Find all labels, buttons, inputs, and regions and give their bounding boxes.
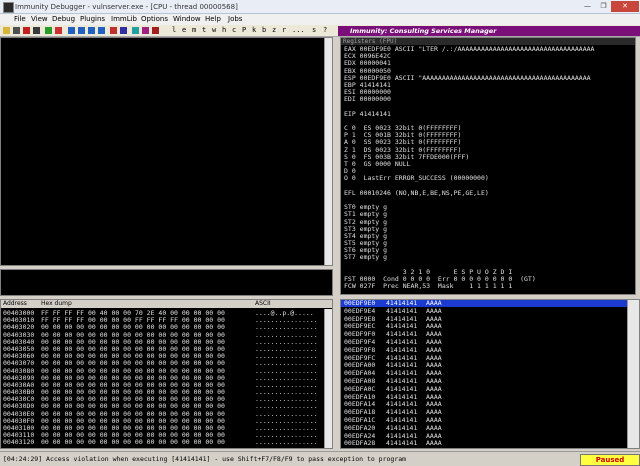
attach-icon[interactable] [33,27,40,34]
stack-address: 00EDF9E4 [344,306,376,315]
register-line[interactable]: ST3 empty g [344,225,634,233]
dump-ascii: ................ [255,438,318,447]
menu-file[interactable]: File [14,15,26,23]
pause-icon[interactable] [55,27,62,34]
animate-icon[interactable] [132,27,139,34]
menu-bar: File View Debug Plugins ImmLib Options W… [0,14,640,25]
register-line[interactable]: ST5 empty g [344,239,634,247]
registers-header[interactable]: Registers (FPU) [341,38,635,45]
menu-view[interactable]: View [31,15,48,23]
disassembly-pane[interactable] [0,37,333,266]
dump-row[interactable]: 00403120 00 00 00 00 00 00 00 00 00 00 00… [3,439,321,446]
register-line[interactable]: EIP 41414141 [344,110,634,118]
dump-scrollbar[interactable] [324,309,332,448]
toolbar-p[interactable]: P [242,26,246,34]
animate-over-icon[interactable] [142,27,149,34]
go-to-address-icon[interactable] [120,27,127,34]
close-button[interactable]: ✕ [611,1,639,12]
maximize-button[interactable]: ❐ [596,1,611,12]
toolbar-l[interactable]: l [172,26,176,34]
step-over-icon[interactable] [78,27,85,34]
register-line[interactable]: ST2 empty g [344,218,634,226]
toolbar-w[interactable]: w [212,26,216,34]
minimize-button[interactable]: — [580,1,595,12]
restart-icon[interactable] [13,27,20,34]
step-into-icon[interactable] [68,27,75,34]
toolbar-m[interactable]: m [192,26,196,34]
menu-jobs[interactable]: Jobs [228,15,242,23]
register-line[interactable]: T 0 GS 0000 NULL [344,160,634,168]
title-bar[interactable]: Immunity Debugger - vulnserver.exe - [CP… [0,0,640,14]
register-line[interactable]: ST6 empty g [344,247,634,254]
dump-col-ascii[interactable]: ASCII [255,300,271,308]
app-icon [3,2,14,13]
toolbar-dots[interactable]: ... [292,26,305,34]
registers-list: EAX 00EDF9E0 ASCII "LTER /.:/AAAAAAAAAAA… [344,45,634,290]
stack-value: 41414141 [386,423,418,432]
stack-ascii: AAAA [426,384,442,393]
toolbar-s[interactable]: s [312,26,316,34]
toolbar-e[interactable]: e [182,26,186,34]
stack-ascii: AAAA [426,439,442,448]
toolbar-k[interactable]: k [252,26,256,34]
status-bar: [04:24:29] Access violation when executi… [0,451,640,466]
register-line[interactable]: O 0 LastErr ERROR_SUCCESS (00000000) [344,175,634,182]
toolbar-h[interactable]: h [222,26,226,34]
toolbar-c[interactable]: c [232,26,236,34]
dump-rows: 00403000 FF FF FF FF 00 40 00 00 70 2E 40… [3,309,321,447]
toolbar-t[interactable]: t [202,26,206,34]
disassembly-scrollbar[interactable] [324,38,332,265]
register-line[interactable] [344,197,634,204]
menu-options[interactable]: Options [141,15,168,23]
register-line[interactable]: ST4 empty g [344,232,634,240]
dump-col-hex[interactable]: Hex dump [41,300,72,308]
stack-ascii: AAAA [426,423,442,432]
stack-value: 41414141 [386,306,418,315]
menu-immlib[interactable]: ImmLib [111,15,137,23]
toolbar-b[interactable]: b [262,26,266,34]
stack-ascii: AAAA [426,345,442,354]
script-icon[interactable] [152,27,159,34]
toolbar-r[interactable]: r [282,26,286,34]
register-line[interactable]: ST1 empty g [344,211,634,218]
register-line[interactable]: EFL 00010246 (NO,NB,E,BE,NS,PE,GE,LE) [344,189,634,197]
dump-hex: 00 00 00 00 00 00 00 00 00 00 00 00 00 0… [41,438,225,447]
run-icon[interactable] [45,27,52,34]
stack-row[interactable]: 00EDFA28 41414141 AAAA [344,440,624,448]
dump-address: 00403120 [3,438,35,447]
stack-ascii: AAAA [426,306,442,315]
stack-address: 00EDFA28 [344,439,376,448]
toolbar-z[interactable]: z [272,26,276,34]
menu-help[interactable]: Help [205,15,221,23]
info-pane[interactable] [0,269,333,296]
stack-value: 41414141 [386,345,418,354]
window-title: Immunity Debugger - vulnserver.exe - [CP… [15,3,238,11]
consulting-banner[interactable]: Immunity: Consulting Services Manager [338,26,640,36]
register-line[interactable]: EDI 00000000 [344,96,634,103]
execute-till-return-icon[interactable] [110,27,117,34]
menu-window[interactable]: Window [173,15,201,23]
stack-address: 00EDF9F8 [344,345,376,354]
dump-header: Address Hex dump ASCII [1,300,332,308]
trace-into-icon[interactable] [88,27,95,34]
trace-over-icon[interactable] [98,27,105,34]
menu-debug[interactable]: Debug [52,15,75,23]
stack-address: 00EDFA20 [344,423,376,432]
register-line[interactable]: ST0 empty g [344,203,634,211]
status-message: [04:24:29] Access violation when executi… [3,455,407,463]
stack-value: 41414141 [386,439,418,448]
stack-address: 00EDFA0C [344,384,376,393]
stack-scrollbar[interactable] [627,300,639,448]
stack-value: 41414141 [386,384,418,393]
menu-plugins[interactable]: Plugins [80,15,105,23]
open-icon[interactable] [3,27,10,34]
close-program-icon[interactable] [23,27,30,34]
paused-badge: Paused [580,454,640,466]
register-line[interactable]: ST7 empty g [344,254,634,261]
dump-col-address[interactable]: Address [3,300,27,308]
toolbar-help[interactable]: ? [323,26,327,34]
register-line[interactable]: FCW 027F Prec NEAR,53 Mask 1 1 1 1 1 1 [344,282,634,290]
stack-rows: 00EDF9E0 41414141 AAAA 00EDF9E4 41414141 AAAA… [344,299,624,448]
